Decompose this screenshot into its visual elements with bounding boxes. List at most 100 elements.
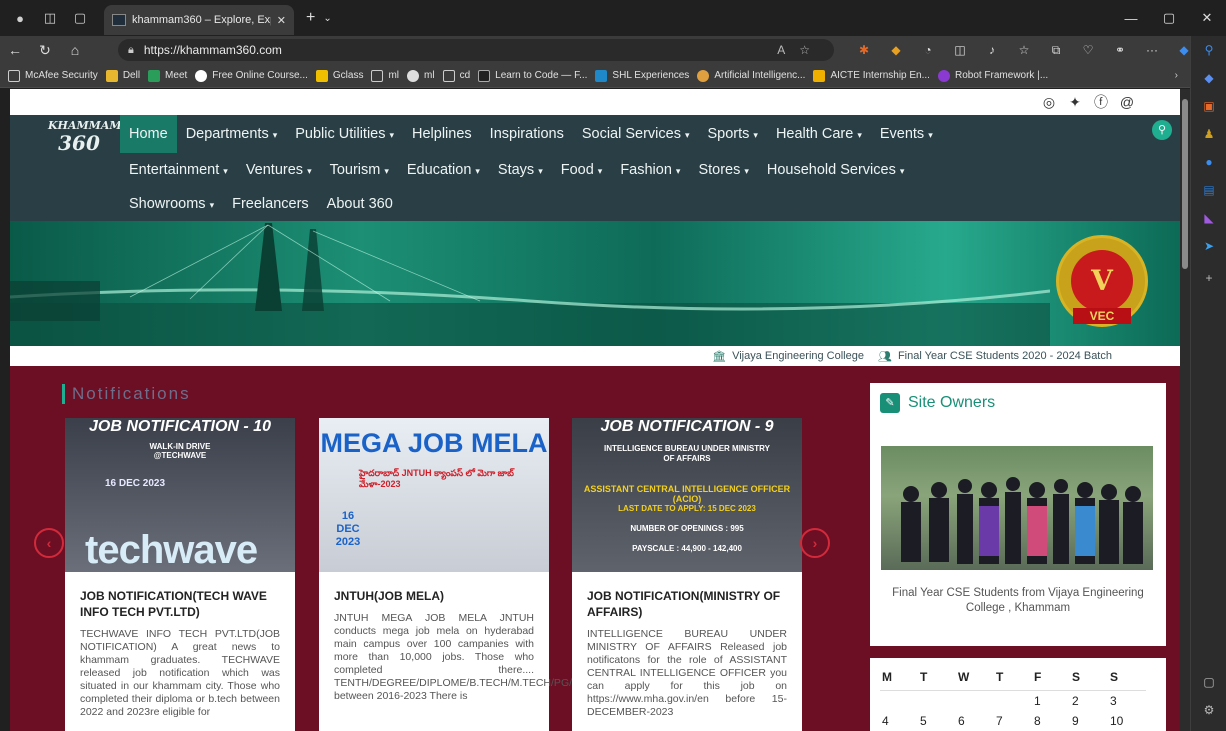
search-icon[interactable]: ⚲ — [1191, 36, 1226, 64]
url-field[interactable]: 🔒︎ https://khammam360.com A☆ — [118, 39, 834, 61]
restore-icon[interactable]: ▢ — [1150, 10, 1188, 26]
bookmark-item[interactable]: cd — [442, 69, 470, 82]
tab-list-chevron-icon[interactable]: ⌄ — [323, 13, 331, 24]
calendar-day[interactable]: 10 — [1108, 711, 1146, 731]
shopping-tag-icon[interactable]: ◆ — [1191, 64, 1226, 92]
carousel-next-icon[interactable]: › — [800, 528, 830, 558]
nav-item-events[interactable]: Events ▾ — [871, 126, 942, 142]
add-icon[interactable]: + — [1191, 264, 1226, 292]
workspaces-icon[interactable]: ◫ — [40, 8, 60, 28]
sidebar-toggle-icon[interactable]: ▢ — [1191, 668, 1226, 696]
profile-icon[interactable]: ● — [10, 8, 30, 28]
browser-essentials-icon[interactable]: ♡ — [1072, 43, 1104, 57]
calendar-day[interactable]: 8 — [1032, 711, 1070, 731]
minimize-icon[interactable]: — — [1112, 11, 1150, 26]
extension-icon[interactable]: ✱ — [848, 43, 880, 57]
nav-item-home[interactable]: Home — [120, 115, 177, 153]
close-window-icon[interactable]: ✕ — [1188, 10, 1226, 26]
refresh-icon[interactable]: ↻ — [30, 42, 60, 59]
extension-icon[interactable]: ◆ — [880, 43, 912, 57]
share-icon[interactable]: ⚭ — [1104, 43, 1136, 57]
bookmark-item[interactable]: McAfee Security — [8, 69, 98, 82]
nav-item-helplines[interactable]: Helplines — [403, 126, 481, 142]
tools-icon[interactable]: ▣ — [1191, 92, 1226, 120]
nav-item-entertainment[interactable]: Entertainment ▾ — [120, 162, 237, 178]
favorites-icon[interactable]: ☆ — [1008, 43, 1040, 57]
bookmark-item[interactable]: AICTE Internship En... — [813, 69, 930, 82]
home-icon[interactable]: ⌂ — [60, 42, 90, 58]
bookmark-item[interactable]: SHL Experiences — [595, 69, 689, 82]
back-icon[interactable]: ← — [0, 42, 30, 58]
split-screen-icon[interactable]: ◫ — [944, 43, 976, 57]
settings-icon[interactable]: ⚙ — [1191, 696, 1226, 724]
designer-icon[interactable]: ◣ — [1191, 204, 1226, 232]
nav-item-social-services[interactable]: Social Services ▾ — [573, 126, 699, 142]
new-tab-icon[interactable]: + — [306, 9, 315, 27]
nav-item-household-services[interactable]: Household Services ▾ — [758, 162, 914, 178]
nav-item-food[interactable]: Food ▾ — [552, 162, 612, 178]
notification-image[interactable]: JOB NOTIFICATION - 10 WALK-IN DRIVE @TEC… — [65, 418, 295, 572]
copilot-sidebar-icon[interactable]: ● — [1191, 148, 1226, 176]
bookmark-item[interactable]: Robot Framework |... — [937, 69, 1048, 82]
bookmark-item[interactable]: Meet — [148, 69, 187, 82]
calendar-day[interactable]: 9 — [1070, 711, 1108, 731]
nav-item-stores[interactable]: Stores ▾ — [689, 162, 757, 178]
facebook-icon[interactable]: ⓕ — [1088, 92, 1114, 112]
notification-image[interactable]: MEGA JOB MELA హైదరాబాద్ JNTUH క్యాంపస్ ల… — [319, 418, 549, 572]
twitter-icon[interactable]: ✦ — [1062, 94, 1088, 111]
calendar-day[interactable]: 5 — [918, 711, 956, 731]
chevron-right-icon[interactable]: › — [1175, 70, 1178, 81]
nav-item-freelancers[interactable]: Freelancers — [223, 196, 318, 212]
nav-item-tourism[interactable]: Tourism ▾ — [321, 162, 398, 178]
close-tab-icon[interactable]: ✕ — [277, 14, 286, 27]
outlook-icon[interactable]: ▤ — [1191, 176, 1226, 204]
calendar-day[interactable]: 1 — [1032, 690, 1070, 711]
read-aloud-favorite-icons[interactable]: A☆ — [777, 43, 824, 57]
page-scrollbar[interactable] — [1180, 89, 1190, 731]
search-icon[interactable]: ⚲ — [1152, 120, 1172, 140]
bookmark-item[interactable]: Gclass — [315, 69, 363, 82]
bookmark-item[interactable]: Artificial Intelligenc... — [697, 69, 805, 82]
nav-item-fashion[interactable]: Fashion ▾ — [611, 162, 689, 178]
extension-icon[interactable]: ◔ — [912, 43, 944, 57]
tab-actions-icon[interactable]: ▢ — [70, 8, 90, 28]
lock-icon[interactable]: 🔒︎ — [128, 44, 134, 57]
scrollbar-thumb[interactable] — [1182, 99, 1188, 269]
instagram-icon[interactable]: ◎ — [1036, 94, 1062, 111]
bookmark-item[interactable]: Free Online Course... — [195, 69, 308, 82]
collections-icon[interactable]: ⧉ — [1040, 43, 1072, 58]
email-icon[interactable]: @ — [1114, 94, 1140, 110]
nav-item-showrooms[interactable]: Showrooms ▾ — [120, 196, 223, 212]
calendar-day[interactable]: 6 — [956, 711, 994, 731]
more-menu-icon[interactable]: ··· — [1136, 43, 1168, 57]
nav-item-departments[interactable]: Departments ▾ — [177, 126, 287, 142]
card-title[interactable]: JOB NOTIFICATION(MINISTRY OF AFFAIRS) — [572, 572, 802, 620]
card-title[interactable]: JNTUH(JOB MELA) — [319, 572, 549, 604]
bookmark-item[interactable]: Dell — [105, 69, 140, 82]
nav-item-inspirations[interactable]: Inspirations — [481, 126, 573, 142]
notification-card[interactable]: JOB NOTIFICATION - 9 INTELLIGENCE BUREAU… — [572, 418, 802, 731]
bookmark-item[interactable]: Learn to Code — F... — [478, 69, 587, 82]
browser-tab-active[interactable]: khammam360 – Explore, Experien ✕ — [104, 5, 294, 35]
nav-item-ventures[interactable]: Ventures ▾ — [237, 162, 321, 178]
nav-item-sports[interactable]: Sports ▾ — [698, 126, 766, 142]
bookmark-item[interactable]: ml — [407, 69, 435, 82]
calendar-day[interactable]: 7 — [994, 711, 1032, 731]
calendar-day[interactable]: 3 — [1108, 690, 1146, 711]
telegram-icon[interactable]: ➤ — [1191, 232, 1226, 260]
nav-item-health-care[interactable]: Health Care ▾ — [767, 126, 871, 142]
nav-item-stays[interactable]: Stays ▾ — [489, 162, 552, 178]
calendar-day[interactable]: 4 — [880, 711, 918, 731]
nav-item-about-360[interactable]: About 360 — [318, 196, 402, 212]
calendar-day[interactable]: 2 — [1070, 690, 1108, 711]
card-title[interactable]: JOB NOTIFICATION(TECH WAVE INFO TECH PVT… — [65, 572, 295, 620]
notification-image[interactable]: JOB NOTIFICATION - 9 INTELLIGENCE BUREAU… — [572, 418, 802, 572]
notification-card[interactable]: MEGA JOB MELA హైదరాబాద్ JNTUH క్యాంపస్ ల… — [319, 418, 716, 731]
notification-card[interactable]: JOB NOTIFICATION - 10 WALK-IN DRIVE @TEC… — [65, 418, 295, 731]
games-icon[interactable]: ♟ — [1191, 120, 1226, 148]
nav-item-education[interactable]: Education ▾ — [398, 162, 489, 178]
site-logo[interactable]: KHAMMAM 360 — [48, 119, 122, 157]
extension-icon[interactable]: ♪ — [976, 43, 1008, 57]
carousel-prev-icon[interactable]: ‹ — [34, 528, 64, 558]
nav-item-public-utilities[interactable]: Public Utilities ▾ — [286, 126, 403, 142]
